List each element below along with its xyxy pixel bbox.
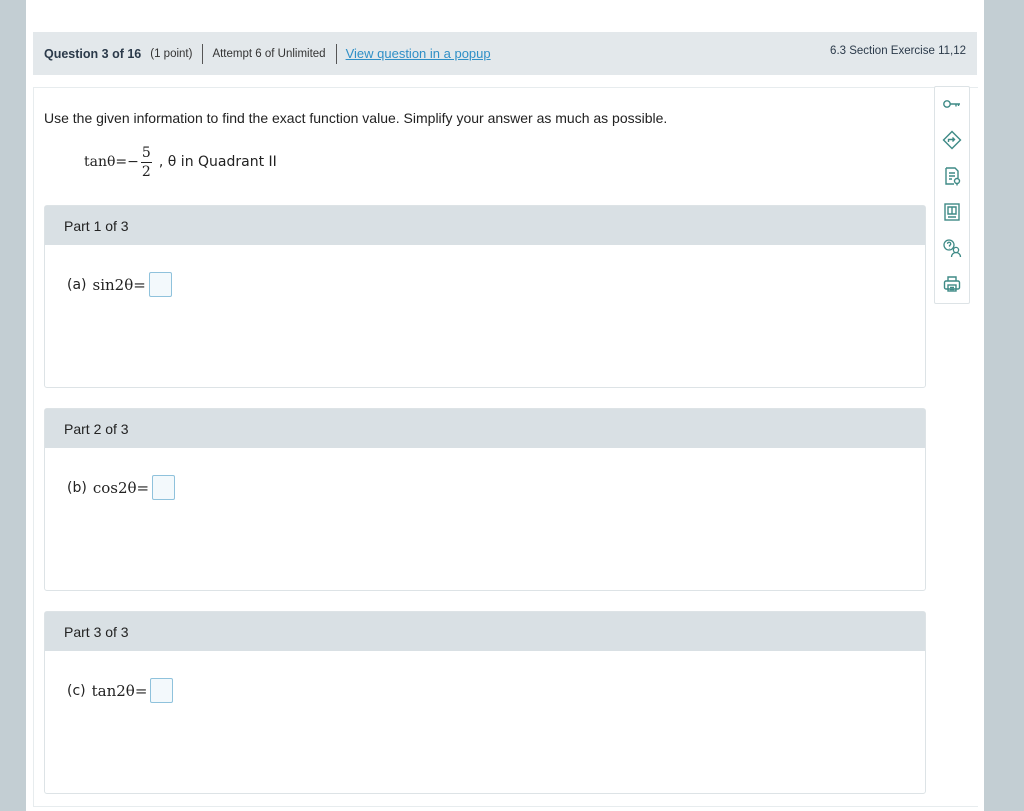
part-body: (a) sin2θ= xyxy=(45,245,925,387)
attempt-count: Attempt 6 of Unlimited xyxy=(212,47,326,60)
part-3: Part 3 of 3 (c) tan2θ= xyxy=(44,611,926,794)
part-header: Part 1 of 3 xyxy=(45,206,925,245)
part-expression: cos2θ= xyxy=(92,478,150,497)
part-body: (b) cos2θ= xyxy=(45,448,925,590)
instructions: Use the given information to find the ex… xyxy=(44,110,668,126)
question-header: Question 3 of 16 (1 point) Attempt 6 of … xyxy=(33,32,977,75)
part-prompt: (b) cos2θ= xyxy=(67,475,176,500)
page: Question 3 of 16 (1 point) Attempt 6 of … xyxy=(26,0,984,811)
part-header: Part 2 of 3 xyxy=(45,409,925,448)
question-number: Question 3 of 16 xyxy=(44,46,142,61)
header-divider xyxy=(335,43,337,64)
answer-input[interactable] xyxy=(150,678,174,703)
worksheet-icon[interactable] xyxy=(935,159,969,193)
header-divider xyxy=(202,43,204,64)
question-content: Use the given information to find the ex… xyxy=(33,87,978,807)
part-prompt: (c) tan2θ= xyxy=(67,678,174,703)
view-popup-link[interactable]: View question in a popup xyxy=(346,46,491,61)
part-label: (c) xyxy=(67,682,86,699)
question-points: (1 point) xyxy=(150,47,193,60)
directions-icon[interactable] xyxy=(935,123,969,157)
given-condition: , θ in Quadrant II xyxy=(158,154,277,170)
print-icon[interactable] xyxy=(935,267,969,301)
part-prompt: (a) sin2θ= xyxy=(67,272,172,297)
part-expression: sin2θ= xyxy=(92,275,146,294)
part-expression: tan2θ= xyxy=(91,681,148,700)
ask-help-icon[interactable] xyxy=(935,231,969,265)
ebook-icon[interactable] xyxy=(935,195,969,229)
tools-sidebar xyxy=(934,86,970,304)
fraction-denominator: 2 xyxy=(141,163,151,180)
part-label: (b) xyxy=(67,479,87,496)
answer-input[interactable] xyxy=(148,272,172,297)
given-lhs: tanθ=− xyxy=(84,154,139,170)
part-body: (c) tan2θ= xyxy=(45,651,925,793)
section-label: 6.3 Section Exercise 11,12 xyxy=(830,45,966,57)
fraction-numerator: 5 xyxy=(141,144,151,161)
given-equation: tanθ=− 5 2 , θ in Quadrant II xyxy=(84,140,277,184)
answer-input[interactable] xyxy=(152,475,176,500)
part-2: Part 2 of 3 (b) cos2θ= xyxy=(44,408,926,591)
part-header: Part 3 of 3 xyxy=(45,612,925,651)
fraction-bar xyxy=(140,161,152,163)
part-label: (a) xyxy=(67,276,87,293)
given-fraction: 5 2 xyxy=(140,144,152,180)
key-icon[interactable] xyxy=(935,87,969,121)
part-1: Part 1 of 3 (a) sin2θ= xyxy=(44,205,926,388)
